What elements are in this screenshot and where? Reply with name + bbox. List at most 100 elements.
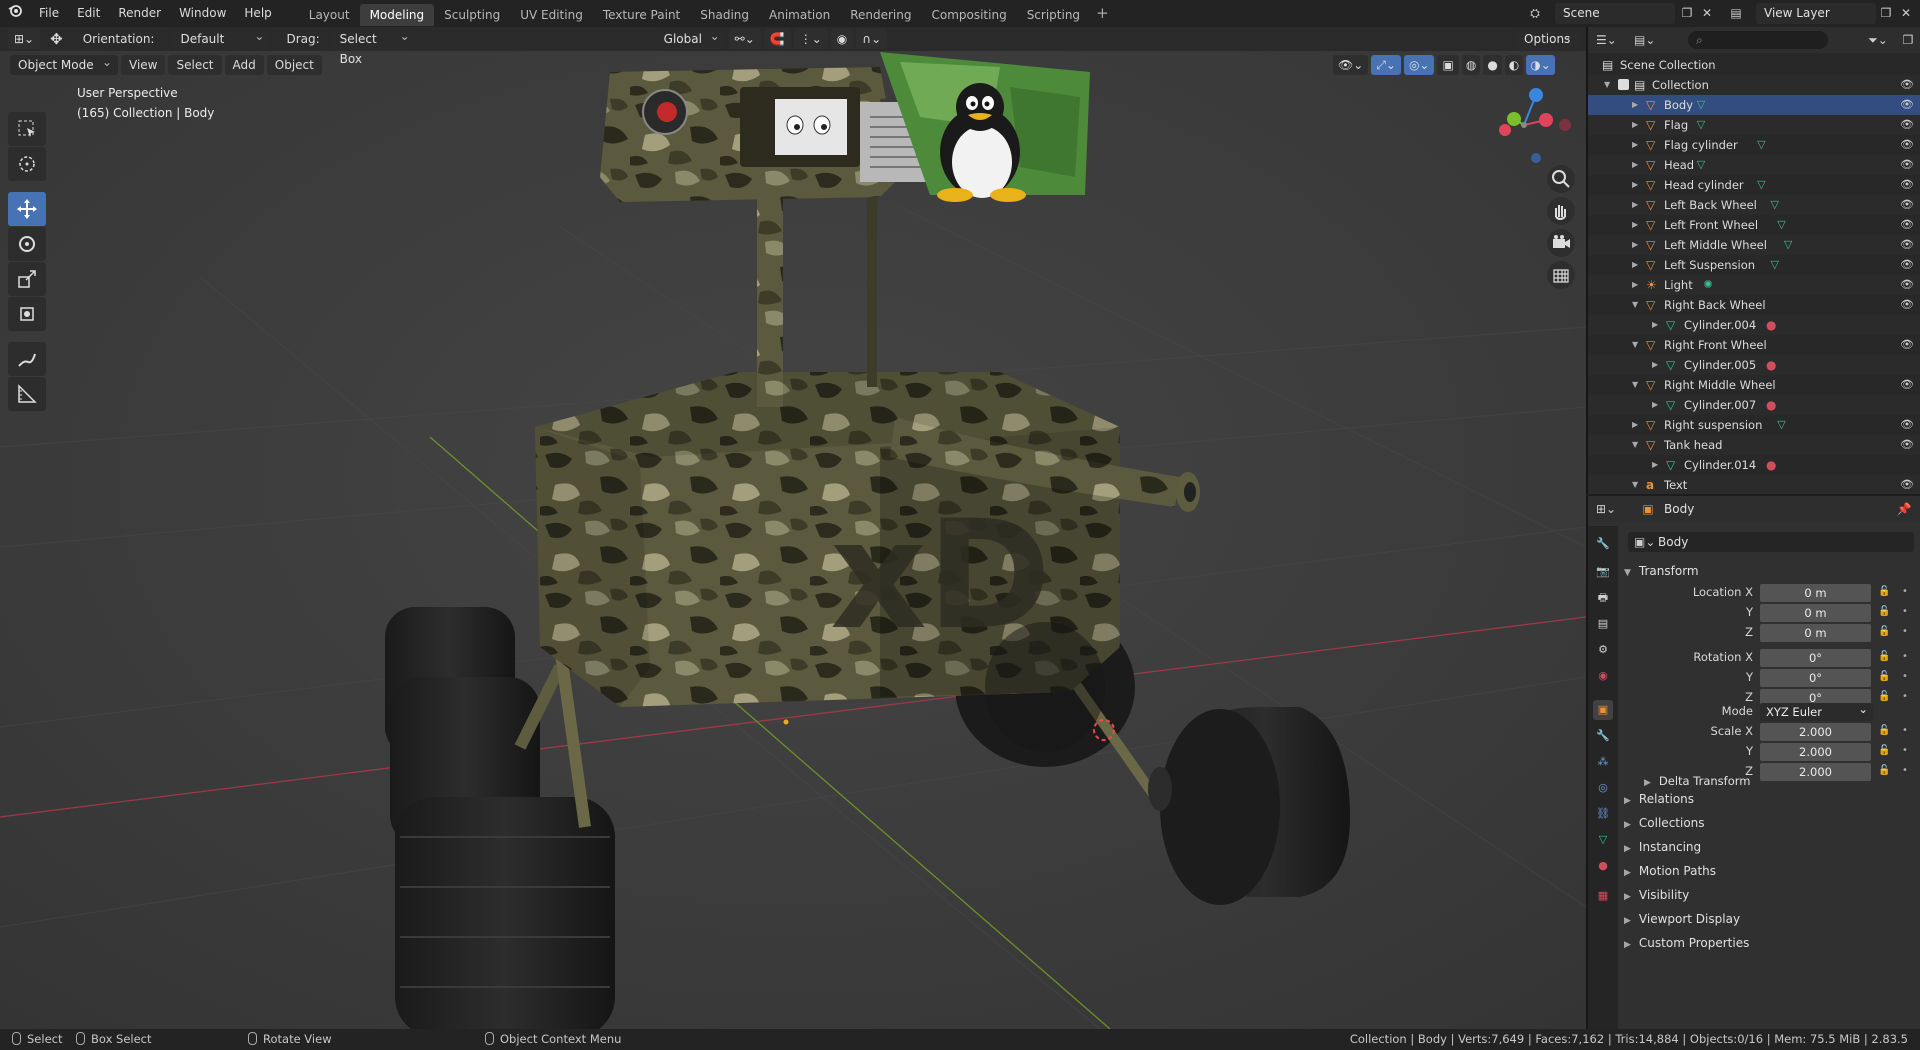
tab-compositing[interactable]: Compositing <box>921 4 1016 26</box>
viewport-scene[interactable]: xD <box>0 27 1586 1029</box>
scene-name-field[interactable]: Scene <box>1555 3 1675 24</box>
visibility-eye-icon[interactable]: 👁 <box>1900 95 1914 115</box>
collection-checkbox[interactable] <box>1618 79 1629 90</box>
expand-arrow-icon[interactable]: ▶ <box>1632 235 1638 255</box>
visibility-eye-icon[interactable]: 👁 <box>1900 155 1914 175</box>
menu-select[interactable]: Select <box>168 55 222 75</box>
options-dropdown[interactable]: Options <box>1516 27 1578 49</box>
keyframe-dot-icon[interactable]: • <box>1902 606 1908 617</box>
lock-icon[interactable]: 🔓 <box>1878 671 1890 682</box>
outliner-item[interactable]: ▼ ▽ Right Back Wheel 👁 <box>1588 295 1920 315</box>
menu-file[interactable]: File <box>30 0 68 27</box>
outliner-item[interactable]: ▶ ☀ Light ✺ 👁 <box>1588 275 1920 295</box>
delta-transform-header[interactable]: ▶ Delta Transform <box>1644 774 1750 788</box>
view-layer-tab-icon[interactable]: ▤ <box>1593 614 1613 634</box>
menu-window[interactable]: Window <box>170 0 235 27</box>
tool-tab-icon[interactable]: 🔧 <box>1593 534 1613 554</box>
outliner-item[interactable]: ▶ ▽ Body ▽ 👁 <box>1588 95 1920 115</box>
rotate-tool[interactable] <box>8 227 46 261</box>
lock-icon[interactable]: 🔓 <box>1878 765 1890 776</box>
solid-shading-icon[interactable]: ● <box>1483 55 1502 75</box>
visibility-eye-icon[interactable]: 👁 <box>1900 195 1914 215</box>
keyframe-dot-icon[interactable]: • <box>1902 586 1908 597</box>
tab-uv-editing[interactable]: UV Editing <box>510 4 593 26</box>
keyframe-dot-icon[interactable]: • <box>1902 745 1908 756</box>
visibility-eye-icon[interactable]: 👁 <box>1900 335 1914 355</box>
new-collection-icon[interactable]: ❐ <box>1898 30 1918 50</box>
tab-rendering[interactable]: Rendering <box>840 4 921 26</box>
panel-instancing[interactable]: ▶ Instancing <box>1624 840 1701 854</box>
visibility-eye-icon[interactable]: 👁 <box>1900 415 1914 435</box>
outliner-item[interactable]: ▶ ▽ Right suspension ▽ 👁 <box>1588 415 1920 435</box>
rotation-y-field[interactable]: 0° <box>1760 669 1871 687</box>
lock-icon[interactable]: 🔓 <box>1878 606 1890 617</box>
menu-object[interactable]: Object <box>266 55 322 75</box>
gizmo-icon[interactable]: ⤢⌄ <box>1371 55 1401 75</box>
expand-arrow-icon[interactable]: ▼ <box>1632 375 1638 395</box>
lock-icon[interactable]: 🔓 <box>1878 691 1890 702</box>
scale-tool[interactable] <box>8 262 46 296</box>
tab-sculpting[interactable]: Sculpting <box>434 4 510 26</box>
expand-arrow-icon[interactable]: ▼ <box>1632 335 1638 355</box>
annotate-tool[interactable] <box>8 342 46 376</box>
visibility-eye-icon[interactable]: 👁 <box>1900 135 1914 155</box>
outliner-collection[interactable]: ▼ ▤ Collection 👁 <box>1588 75 1920 95</box>
xray-icon[interactable]: ▣ <box>1437 55 1459 75</box>
panel-collections[interactable]: ▶ Collections <box>1624 816 1705 830</box>
outliner-item[interactable]: ▼ ▽ Right Middle Wheel 👁 <box>1588 375 1920 395</box>
expand-arrow-icon[interactable]: ▼ <box>1632 435 1638 455</box>
menu-add[interactable]: Add <box>224 55 264 75</box>
panel-custom-properties[interactable]: ▶ Custom Properties <box>1624 936 1749 950</box>
location-x-field[interactable]: 0 m <box>1760 584 1871 602</box>
properties-editor-type-icon[interactable]: ⊞⌄ <box>1596 499 1616 519</box>
select-box-tool[interactable] <box>8 112 46 146</box>
expand-arrow-icon[interactable]: ▶ <box>1632 255 1638 275</box>
scale-y-field[interactable]: 2.000 <box>1760 743 1871 761</box>
snap-target-icon[interactable]: ⋮⌄ <box>793 29 828 49</box>
keyframe-dot-icon[interactable]: • <box>1902 765 1908 776</box>
object-tab-icon[interactable]: ▣ <box>1593 700 1613 720</box>
outliner-item[interactable]: ▶ ▽ Cylinder.014 ● <box>1588 455 1920 475</box>
blender-logo-icon[interactable] <box>0 0 30 27</box>
orientation-dropdown[interactable]: Default <box>172 27 271 49</box>
output-tab-icon[interactable]: 🖶 <box>1593 588 1613 608</box>
panel-motion-paths[interactable]: ▶ Motion Paths <box>1624 864 1716 878</box>
tab-modeling[interactable]: Modeling <box>359 3 435 26</box>
rotation-x-field[interactable]: 0° <box>1760 649 1871 667</box>
outliner-item[interactable]: ▶ ▽ Head cylinder ▽ 👁 <box>1588 175 1920 195</box>
remove-scene-icon[interactable]: ✕ <box>1697 3 1717 23</box>
material-tab-icon[interactable]: ● <box>1593 856 1613 876</box>
keyframe-dot-icon[interactable]: • <box>1902 691 1908 702</box>
tab-shading[interactable]: Shading <box>690 4 759 26</box>
expand-arrow-icon[interactable]: ▶ <box>1632 135 1638 155</box>
overlays-icon[interactable]: ◎⌄ <box>1403 55 1435 75</box>
modifiers-tab-icon[interactable]: 🔧 <box>1593 726 1613 746</box>
expand-arrow-icon[interactable]: ▶ <box>1652 395 1658 415</box>
expand-arrow-icon[interactable]: ▶ <box>1632 415 1638 435</box>
menu-help[interactable]: Help <box>235 0 280 27</box>
visibility-eye-icon[interactable]: 👁 <box>1900 75 1914 95</box>
keyframe-dot-icon[interactable]: • <box>1902 725 1908 736</box>
expand-arrow-icon[interactable]: ▶ <box>1652 355 1658 375</box>
snap-icon[interactable]: 🧲 <box>763 29 791 49</box>
editor-type-icon[interactable]: ⊞⌄ <box>8 29 41 49</box>
visibility-eye-icon[interactable]: 👁 <box>1900 215 1914 235</box>
measure-tool[interactable] <box>8 377 46 411</box>
expand-arrow-icon[interactable]: ▼ <box>1632 295 1638 315</box>
transform-panel-header[interactable]: ▼ Transform <box>1624 564 1699 578</box>
material-shading-icon[interactable]: ◐ <box>1504 55 1524 75</box>
object-data-tab-icon[interactable]: ▽ <box>1593 830 1613 850</box>
outliner-item[interactable]: ▶ ▽ Cylinder.007 ● <box>1588 395 1920 415</box>
tab-scripting[interactable]: Scripting <box>1017 4 1090 26</box>
camera-view-icon[interactable] <box>1547 229 1575 257</box>
zoom-icon[interactable] <box>1547 165 1575 193</box>
expand-arrow-icon[interactable]: ▼ <box>1604 75 1610 95</box>
rotation-mode-dropdown[interactable]: XYZ Euler ⌄ <box>1760 702 1874 721</box>
physics-tab-icon[interactable]: ◎ <box>1593 778 1613 798</box>
outliner-item[interactable]: ▶ ▽ Left Middle Wheel ▽ 👁 <box>1588 235 1920 255</box>
tab-animation[interactable]: Animation <box>759 4 840 26</box>
tab-texture-paint[interactable]: Texture Paint <box>593 4 690 26</box>
lock-icon[interactable]: 🔓 <box>1878 586 1890 597</box>
expand-arrow-icon[interactable]: ▶ <box>1632 275 1638 295</box>
outliner-item[interactable]: ▼ a Text 👁 <box>1588 475 1920 494</box>
